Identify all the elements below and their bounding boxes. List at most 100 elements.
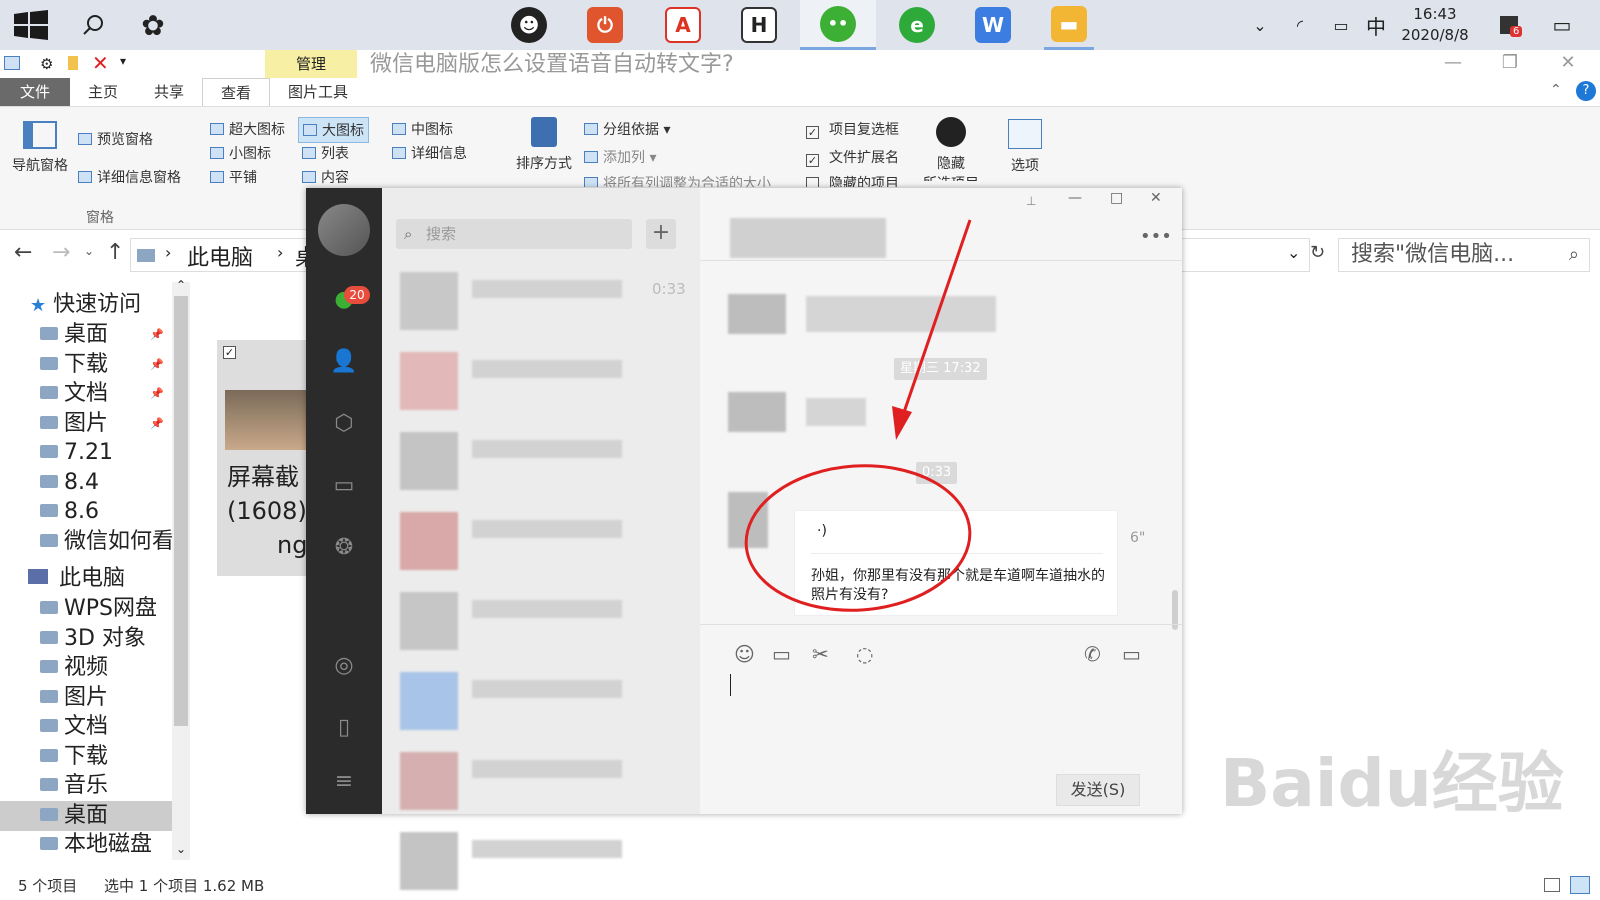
back-icon[interactable]: ← [14, 240, 32, 265]
nav-quick-item-5[interactable]: 8.4 [0, 468, 172, 498]
nav-quick-item-3[interactable]: 图片 📌 [0, 409, 172, 439]
tab-share[interactable]: 共享 [136, 78, 202, 106]
item-checkbox-toggle[interactable]: ✓ 项目复选框 [806, 119, 899, 139]
preview-pane-button[interactable]: 预览窗格 [78, 129, 153, 149]
options-button[interactable]: 选项 [1000, 119, 1050, 175]
nav-pc-item-4[interactable]: 文档 [0, 712, 172, 742]
message-input[interactable] [720, 672, 1160, 762]
chat-avatar-blurred[interactable] [400, 352, 458, 410]
nav-this-pc[interactable]: 此电脑 [28, 564, 172, 594]
customize-chevron-icon[interactable]: ▾ [120, 54, 126, 68]
properties-icon[interactable]: ⚙ [40, 55, 53, 73]
chat-avatar-blurred[interactable] [400, 832, 458, 890]
wc-maximize-button[interactable]: □ [1110, 190, 1123, 206]
clock[interactable]: 16:43 2020/8/8 [1390, 4, 1480, 46]
close-button[interactable]: ✕ [1548, 52, 1588, 73]
nav-quick-item-7[interactable]: 微信如何看 [0, 527, 172, 557]
menu-icon[interactable]: ≡ [330, 768, 358, 796]
new-folder-icon[interactable] [68, 56, 78, 70]
layout-tiles[interactable]: 平铺 [210, 167, 257, 187]
refresh-icon[interactable]: ↻ [1310, 242, 1325, 263]
delete-icon[interactable]: ✕ [92, 51, 109, 75]
avatar[interactable] [318, 204, 370, 256]
network-button[interactable]: ◜ [1286, 0, 1314, 50]
pin-icon[interactable]: 📌 [150, 320, 164, 350]
window-icon[interactable] [4, 56, 20, 70]
breadcrumb-this-pc[interactable]: 此电脑 [187, 240, 253, 272]
action-center-button[interactable]: ▭ [1546, 0, 1578, 50]
wechat-search-input[interactable]: ⌕ 搜索 [396, 219, 632, 249]
video-icon[interactable]: ▭ [1122, 642, 1141, 666]
favorites-icon[interactable]: ⬡ [330, 410, 358, 438]
recent-chevron-icon[interactable]: ⌄ [84, 244, 94, 258]
nav-pc-item-8[interactable]: 本地磁盘 [0, 830, 172, 860]
battery-button[interactable]: ▭ [1326, 0, 1356, 50]
scroll-up-icon[interactable]: ⌃ [176, 278, 186, 292]
contacts-icon[interactable]: 👤 [330, 348, 358, 376]
nav-pane-button[interactable]: 导航窗格 [10, 121, 70, 175]
miniprogram-icon[interactable]: ◎ [330, 652, 358, 680]
power-app-button[interactable]: ⏻ [580, 0, 630, 50]
collapse-ribbon-icon[interactable]: ⌃ [1550, 82, 1562, 98]
nav-pc-item-2[interactable]: 视频 [0, 653, 172, 683]
layout-content[interactable]: 内容 [302, 167, 349, 187]
nav-pc-item-1[interactable]: 3D 对象 [0, 624, 172, 654]
folder-icon[interactable]: ▭ [772, 642, 791, 666]
details-pane-button[interactable]: 详细信息窗格 [78, 167, 181, 187]
maximize-button[interactable]: ❐ [1490, 52, 1530, 73]
h-app-button[interactable]: H [734, 0, 784, 50]
tab-file[interactable]: 文件 [0, 78, 70, 106]
scissors-icon[interactable]: ✂ [812, 642, 829, 666]
nav-pc-item-5[interactable]: 下载 [0, 742, 172, 772]
app-360-button[interactable]: ✿ [130, 0, 176, 50]
start-button[interactable] [8, 0, 54, 50]
browser-button[interactable]: e [892, 0, 942, 50]
search-button[interactable] [70, 0, 116, 50]
emoji-icon[interactable]: ☺ [734, 642, 755, 666]
pin-icon[interactable]: 📌 [150, 379, 164, 409]
nav-scrollbar[interactable]: ⌃ ⌄ [172, 278, 190, 860]
nav-quick-item-4[interactable]: 7.21 [0, 438, 172, 468]
address-dropdown-icon[interactable]: ⌄ [1287, 243, 1300, 262]
pin-icon[interactable]: 📌 [150, 350, 164, 380]
details-view-icon[interactable] [1544, 878, 1560, 892]
qq-button[interactable]: ☻ [504, 0, 554, 50]
tab-picture-tools[interactable]: 图片工具 [270, 78, 366, 106]
file-tile-screenshot[interactable]: ✓ 屏幕截 (1608) ng [217, 340, 307, 576]
layout-details[interactable]: 详细信息 [392, 143, 467, 163]
file-select-checkbox[interactable]: ✓ [223, 346, 236, 359]
file-ext-toggle[interactable]: ✓ 文件扩展名 [806, 147, 899, 167]
wc-minimize-button[interactable]: — [1068, 190, 1082, 206]
up-icon[interactable]: ↑ [106, 240, 124, 265]
wechat-taskbar-button[interactable]: •• [800, 0, 876, 50]
chat-avatar-blurred[interactable] [400, 752, 458, 810]
layout-extra-large[interactable]: 超大图标 [210, 119, 285, 139]
pin-icon[interactable]: 📌 [150, 409, 164, 439]
voice-message-bubble[interactable]: ·) 孙姐，你那里有没有那个就是车道啊车道抽水的照片有没有? [794, 510, 1118, 616]
manage-context-tab[interactable]: 管理 [265, 50, 357, 78]
moments-icon[interactable]: ❂ [330, 534, 358, 562]
tray-expand-button[interactable]: ⌄ [1248, 0, 1272, 50]
nav-pc-item-6[interactable]: 音乐 [0, 771, 172, 801]
more-icon[interactable]: ••• [1140, 226, 1172, 247]
chat-avatar-blurred[interactable] [400, 272, 458, 330]
add-chat-button[interactable]: + [646, 219, 676, 249]
group-by-button[interactable]: 分组依据 ▾ [584, 119, 670, 139]
layout-large[interactable]: 大图标 [298, 117, 369, 143]
tab-home[interactable]: 主页 [70, 78, 136, 106]
chat-avatar-blurred[interactable] [400, 432, 458, 490]
chat-avatar-blurred[interactable] [400, 592, 458, 650]
nav-pc-item-7[interactable]: 桌面 [0, 800, 172, 831]
wc-close-button[interactable]: ✕ [1150, 190, 1162, 206]
chat-avatar-blurred[interactable] [400, 672, 458, 730]
large-icons-view-icon[interactable] [1570, 876, 1590, 894]
sort-by-button[interactable]: 排序方式 [514, 117, 574, 173]
pin-icon[interactable]: ⊥ [1026, 194, 1036, 208]
files-icon[interactable]: ▭ [330, 472, 358, 500]
notification-app-button[interactable]: 6 [1494, 0, 1524, 50]
hidden-items-toggle[interactable]: 隐藏的项目 [806, 173, 899, 187]
scroll-down-icon[interactable]: ⌄ [176, 842, 186, 856]
nav-quick-item-2[interactable]: 文档 📌 [0, 379, 172, 409]
wps-button[interactable]: W [968, 0, 1018, 50]
send-button[interactable]: 发送(S) [1056, 774, 1140, 806]
